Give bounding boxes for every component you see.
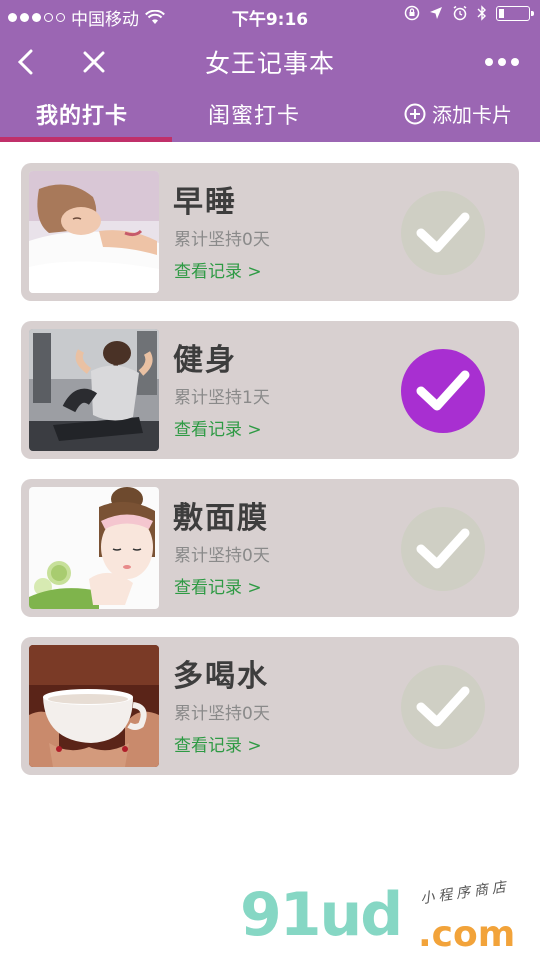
tab-active-indicator bbox=[0, 137, 172, 142]
card-list: 早睡 累计坚持0天 查看记录 > 健身 累计坚持1天 查看记录 > 敷面膜 累计… bbox=[21, 163, 519, 795]
habit-title: 早睡 bbox=[173, 185, 237, 220]
watermark-logo: 91ud 小程序商店 .com bbox=[240, 879, 540, 960]
checkin-button[interactable] bbox=[401, 349, 485, 433]
plus-circle-icon bbox=[404, 103, 426, 124]
watermark-tld: .com bbox=[418, 914, 516, 955]
page-title: 女王记事本 bbox=[204, 49, 335, 78]
checkin-button[interactable] bbox=[401, 507, 485, 591]
rotation-lock-icon bbox=[404, 5, 420, 21]
tab-friends-checkin[interactable]: 闺蜜打卡 bbox=[208, 98, 300, 130]
nav-bar: 女王记事本 bbox=[0, 36, 540, 86]
habit-card[interactable]: 敷面膜 累计坚持0天 查看记录 > bbox=[21, 479, 519, 617]
gym-workout-photo bbox=[29, 329, 159, 451]
status-right bbox=[404, 5, 534, 21]
watermark-tagline: 小程序商店 bbox=[419, 878, 511, 908]
habit-card[interactable]: 多喝水 累计坚持0天 查看记录 > bbox=[21, 637, 519, 775]
habit-card[interactable]: 健身 累计坚持1天 查看记录 > bbox=[21, 321, 519, 459]
battery-icon bbox=[496, 5, 534, 21]
location-icon bbox=[430, 7, 442, 19]
habit-days: 累计坚持0天 bbox=[174, 230, 270, 250]
habit-days: 累计坚持1天 bbox=[174, 388, 270, 408]
more-dots-icon bbox=[485, 58, 519, 66]
checkin-button[interactable] bbox=[401, 665, 485, 749]
sleeping-woman-photo bbox=[29, 171, 159, 293]
alarm-icon bbox=[453, 5, 467, 21]
checkin-button[interactable] bbox=[401, 191, 485, 275]
add-card-button[interactable]: 添加卡片 bbox=[404, 99, 512, 128]
face-mask-illustration bbox=[29, 487, 159, 609]
habit-card[interactable]: 早睡 累计坚持0天 查看记录 > bbox=[21, 163, 519, 301]
tab-my-checkin[interactable]: 我的打卡 bbox=[36, 98, 128, 130]
view-record-link[interactable]: 查看记录 > bbox=[174, 257, 262, 282]
add-card-label: 添加卡片 bbox=[432, 103, 512, 127]
view-record-link[interactable]: 查看记录 > bbox=[174, 573, 262, 598]
habit-title: 多喝水 bbox=[173, 659, 269, 694]
more-button[interactable] bbox=[474, 42, 530, 82]
watermark-brand: 91ud bbox=[240, 880, 403, 950]
hands-holding-cup-photo bbox=[29, 645, 159, 767]
bluetooth-icon bbox=[477, 5, 486, 21]
checkmark-icon bbox=[416, 370, 470, 411]
habit-title: 健身 bbox=[173, 343, 237, 378]
habit-title: 敷面膜 bbox=[173, 501, 269, 536]
header: 中国移动 下午9:16 女王记事本 我的打卡 闺蜜打卡 添加卡片 bbox=[0, 0, 540, 142]
view-record-link[interactable]: 查看记录 > bbox=[174, 731, 262, 756]
checkmark-icon bbox=[416, 212, 470, 253]
habit-days: 累计坚持0天 bbox=[174, 546, 270, 566]
checkmark-icon bbox=[416, 686, 470, 727]
checkmark-icon bbox=[416, 528, 470, 569]
status-bar: 中国移动 下午9:16 bbox=[0, 0, 540, 32]
tab-bar: 我的打卡 闺蜜打卡 添加卡片 bbox=[0, 90, 540, 142]
view-record-link[interactable]: 查看记录 > bbox=[174, 415, 262, 440]
habit-days: 累计坚持0天 bbox=[174, 704, 270, 724]
